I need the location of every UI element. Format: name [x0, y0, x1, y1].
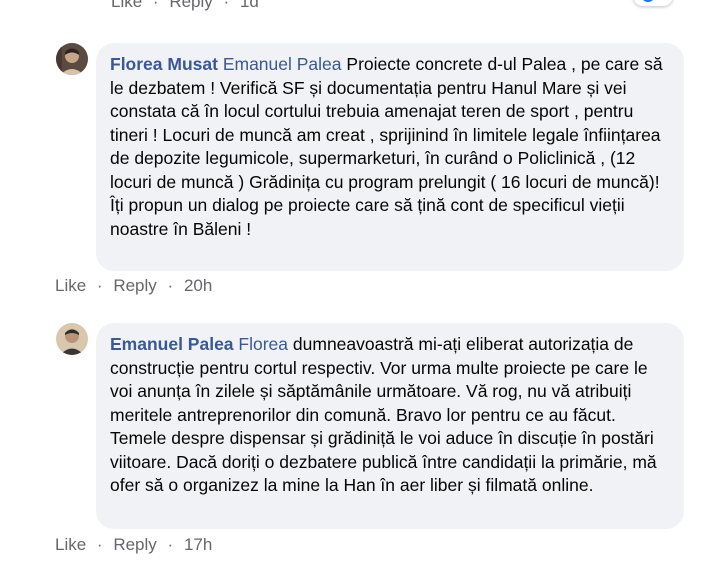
like-link[interactable]: Like [55, 535, 86, 555]
reaction-badge[interactable] [633, 0, 673, 6]
separator-dot: · [167, 535, 174, 554]
separator-dot: · [96, 276, 103, 295]
comment-thread: Like · Reply · 1d Florea Musat Emanuel P… [0, 0, 721, 563]
timestamp[interactable]: 1d [240, 0, 259, 11]
comment-text: Proiecte concrete d-ul Palea , pe care s… [110, 54, 663, 239]
avatar[interactable] [56, 323, 88, 355]
comment-actions: Like · Reply · 17h [55, 535, 212, 555]
reply-link[interactable]: Reply [169, 0, 212, 11]
timestamp[interactable]: 17h [184, 535, 212, 555]
comment-bubble: Florea Musat Emanuel Palea Proiecte conc… [96, 43, 684, 271]
avatar[interactable] [56, 43, 88, 75]
timestamp[interactable]: 20h [184, 276, 212, 296]
reply-link[interactable]: Reply [113, 535, 156, 555]
separator-dot: · [96, 535, 103, 554]
avatar-image [56, 323, 88, 355]
like-reaction-icon [641, 0, 655, 2]
reply-link[interactable]: Reply [113, 276, 156, 296]
separator-dot: · [223, 0, 230, 11]
avatar-image [56, 43, 88, 75]
comment-actions: Like · Reply · 20h [55, 276, 212, 296]
like-link[interactable]: Like [55, 276, 86, 296]
comment-bubble: Emanuel Palea Florea dumneavoastră mi-aț… [96, 323, 684, 529]
mention-link[interactable]: Emanuel Palea [223, 54, 342, 74]
mention-link[interactable]: Florea [238, 334, 288, 354]
separator-dot: · [167, 276, 174, 295]
comment-author[interactable]: Florea Musat [110, 54, 218, 74]
separator-dot: · [152, 0, 159, 11]
comment-author[interactable]: Emanuel Palea [110, 334, 234, 354]
comment-text: dumneavoastră mi-ați eliberat autorizați… [110, 334, 657, 495]
previous-comment-actions: Like · Reply · 1d [111, 0, 259, 12]
like-link[interactable]: Like [111, 0, 142, 11]
